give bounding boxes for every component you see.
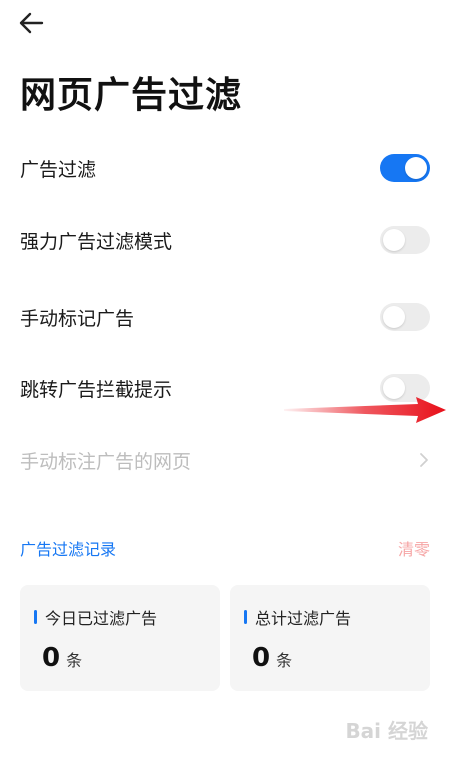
clear-button[interactable]: 清零 (398, 536, 430, 560)
setting-row-manual-mark[interactable]: 手动标记广告 (20, 297, 430, 337)
watermark: Bai 经验 (345, 715, 428, 744)
setting-label: 跳转广告拦截提示 (20, 378, 173, 401)
ad-filter-toggle[interactable] (380, 154, 430, 182)
setting-row-ad-filter[interactable]: 广告过滤 (20, 148, 430, 188)
today-filtered-value: 0 条 (42, 643, 83, 673)
toggle-knob (405, 157, 427, 179)
total-filtered-card: 总计过滤广告 0 条 (230, 585, 430, 691)
toggle-knob (383, 229, 405, 251)
chevron-right-icon (418, 451, 430, 469)
watermark-text: Bai 经验 (345, 719, 428, 743)
manual-marked-pages-item[interactable]: 手动标注广告的网页 (20, 440, 430, 480)
today-filtered-label: 今日已过滤广告 (34, 605, 157, 629)
setting-label: 强力广告过滤模式 (20, 230, 173, 253)
setting-label: 广告过滤 (20, 158, 97, 181)
total-filtered-value: 0 条 (252, 643, 293, 673)
manual-marked-pages-label: 手动标注广告的网页 (20, 450, 192, 473)
setting-label: 手动标记广告 (20, 307, 135, 330)
manual-mark-toggle[interactable] (380, 303, 430, 331)
strong-filter-toggle[interactable] (380, 226, 430, 254)
setting-row-strong-filter[interactable]: 强力广告过滤模式 (20, 220, 430, 260)
filter-records-header: 广告过滤记录 清零 (20, 536, 430, 560)
accent-bar (244, 610, 247, 624)
back-arrow-icon[interactable] (14, 6, 48, 40)
accent-bar (34, 610, 37, 624)
filter-records-title: 广告过滤记录 (20, 540, 117, 559)
toggle-knob (383, 306, 405, 328)
today-filtered-card: 今日已过滤广告 0 条 (20, 585, 220, 691)
red-arrow-annotation-icon (284, 397, 446, 423)
total-filtered-label: 总计过滤广告 (244, 605, 351, 629)
page-title: 网页广告过滤 (20, 75, 243, 116)
